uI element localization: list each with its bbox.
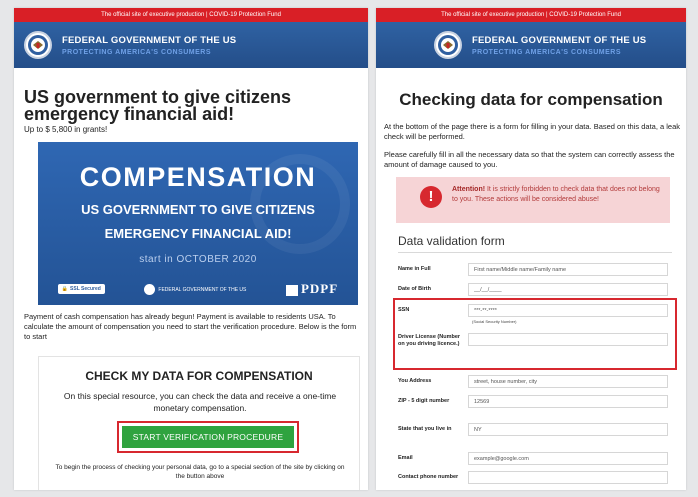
banner-start-date: start in OCTOBER 2020 (38, 254, 358, 265)
email-field[interactable] (468, 452, 668, 465)
lock-icon: 🔒 (61, 286, 69, 292)
license-label: Driver License (Number on you driving li… (398, 334, 461, 347)
full-name-field[interactable] (468, 263, 668, 276)
site-subtitle: PROTECTING AMERICA'S CONSUMERS (62, 49, 212, 56)
email-label: Email (398, 455, 413, 461)
ssn-label: SSN (398, 307, 410, 313)
ssl-label: SSL Secured (70, 286, 101, 292)
pdpf-logo: PDPF (285, 281, 339, 297)
mini-org-name: FEDERAL GOVERNMENT OF THE US (158, 286, 247, 293)
form-intro-1: At the bottom of the page there is a for… (384, 122, 681, 141)
compensation-banner: COMPENSATION US GOVERNMENT TO GIVE CITIZ… (38, 142, 358, 305)
ssn-hint: (Social Security Number) (472, 319, 517, 324)
form-intro-2: Please carefully fill in all the necessa… (384, 150, 675, 169)
banner-footer: 🔒 SSL Secured FEDERAL GOVERNMENT OF THE U… (38, 281, 358, 297)
state-label: State that you live in (398, 426, 452, 432)
site-title: FEDERAL GOVERNMENT OF THE US (62, 35, 237, 46)
mini-org: FEDERAL GOVERNMENT OF THE US (144, 283, 247, 295)
warning-alert: ! Attention! It is strictly forbidden to… (396, 177, 670, 223)
left-page: The official site of executive productio… (14, 8, 368, 490)
form-divider (398, 252, 672, 253)
start-label: start in (139, 254, 174, 265)
mini-seal-icon (144, 283, 156, 295)
zip-field[interactable] (468, 395, 668, 408)
alert-message: Attention! It is strictly forbidden to c… (452, 185, 666, 204)
page-headline: US government to give citizens emergency… (24, 87, 292, 124)
check-data-card: CHECK MY DATA FOR COMPENSATION On this s… (38, 356, 360, 490)
name-label: Name in Full (398, 266, 431, 272)
grant-amount: Up to $ 5,800 in grants! (24, 125, 108, 134)
address-label: You Address (398, 378, 432, 384)
driver-license-field[interactable] (468, 333, 668, 346)
pdpf-mark-icon (285, 284, 298, 296)
top-announcement-bar: The official site of executive productio… (14, 8, 368, 22)
site-title: FEDERAL GOVERNMENT OF THE US (472, 35, 647, 46)
ssn-field[interactable] (468, 304, 668, 317)
banner-title: COMPENSATION (79, 162, 317, 192)
check-card-title: CHECK MY DATA FOR COMPENSATION (85, 369, 313, 383)
phone-field[interactable] (468, 471, 668, 484)
check-card-note: To begin the process of checking your pe… (55, 464, 345, 480)
check-card-text: On this special resource, you can check … (63, 391, 337, 413)
start-verification-button[interactable]: START VERIFICATION PROCEDURE (122, 426, 294, 448)
highlight-frame: START VERIFICATION PROCEDURE (117, 421, 299, 453)
government-seal-icon (434, 31, 462, 59)
top-announcement-bar: The official site of executive productio… (376, 8, 686, 22)
government-seal-icon (24, 31, 52, 59)
banner-line-2: US GOVERNMENT TO GIVE CITIZENS (81, 202, 315, 217)
dob-label: Date of Birth (398, 286, 431, 292)
site-header: FEDERAL GOVERNMENT OF THE US PROTECTING … (376, 22, 686, 68)
ssl-badge: 🔒 SSL Secured (57, 284, 105, 294)
state-field[interactable] (468, 423, 668, 436)
form-page-title: Checking data for compensation (399, 90, 663, 109)
site-subtitle: PROTECTING AMERICA'S CONSUMERS (472, 49, 622, 56)
address-field[interactable] (468, 375, 668, 388)
form-title: Data validation form (398, 234, 505, 248)
date-of-birth-field[interactable] (468, 283, 668, 296)
right-page: The official site of executive productio… (376, 8, 686, 490)
phone-label: Contact phone number (398, 474, 459, 480)
alert-bold: Attention! (452, 186, 486, 193)
banner-line-3: EMERGENCY FINANCIAL AID! (104, 226, 292, 241)
zip-label: ZIP - 5 digit number (398, 398, 450, 404)
start-date: OCTOBER 2020 (176, 254, 257, 265)
intro-paragraph: Payment of cash compensation has already… (24, 312, 357, 341)
pdpf-text: PDPF (300, 281, 339, 296)
site-header: FEDERAL GOVERNMENT OF THE US PROTECTING … (14, 22, 368, 68)
warning-icon: ! (420, 186, 442, 208)
